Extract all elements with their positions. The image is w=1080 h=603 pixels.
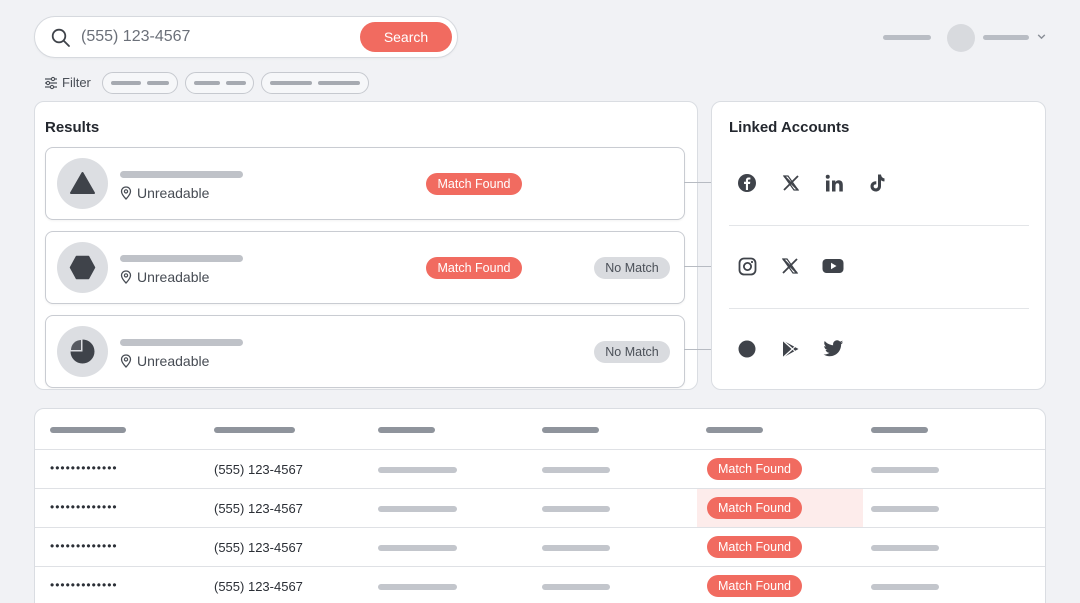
google-play-icon[interactable] bbox=[778, 337, 802, 361]
result-item[interactable]: Unreadable Match Found bbox=[45, 147, 685, 220]
search-icon bbox=[51, 28, 70, 47]
match-found-badge: Match Found bbox=[426, 173, 522, 195]
phone-cell: (555) 123-4567 bbox=[214, 540, 303, 555]
location: Unreadable bbox=[120, 353, 209, 369]
social-row bbox=[729, 337, 1029, 377]
table-row[interactable]: ••••••••••••• (555) 123-4567 Match Found bbox=[35, 527, 1045, 566]
instagram-icon[interactable] bbox=[735, 254, 759, 278]
column-header[interactable] bbox=[706, 427, 763, 433]
results-title: Results bbox=[45, 119, 100, 136]
social-row bbox=[729, 254, 1029, 294]
table-row[interactable]: ••••••••••••• (555) 123-4567 Match Found bbox=[35, 566, 1045, 603]
column-header[interactable] bbox=[50, 427, 126, 433]
table-row[interactable]: ••••••••••••• (555) 123-4567 Match Found bbox=[35, 449, 1045, 488]
divider bbox=[729, 308, 1029, 309]
location: Unreadable bbox=[120, 185, 209, 201]
masked-value: ••••••••••••• bbox=[50, 461, 118, 475]
avatar[interactable] bbox=[947, 24, 975, 52]
filter-button[interactable]: Filter bbox=[44, 75, 91, 90]
masked-value: ••••••••••••• bbox=[50, 539, 118, 553]
youtube-icon[interactable] bbox=[821, 254, 845, 278]
twitter-icon[interactable] bbox=[821, 337, 845, 361]
location-pin-icon bbox=[120, 186, 132, 200]
result-item[interactable]: Unreadable No Match bbox=[45, 315, 685, 388]
results-panel: Results Unreadable Match Found Unreadabl… bbox=[34, 101, 698, 390]
column-header[interactable] bbox=[542, 427, 599, 433]
search-bar: Search bbox=[34, 16, 458, 58]
sliders-icon bbox=[45, 76, 57, 89]
cell-placeholder bbox=[871, 506, 939, 512]
cell-placeholder bbox=[542, 584, 610, 590]
name-placeholder bbox=[120, 171, 243, 178]
match-found-badge: Match Found bbox=[707, 497, 802, 519]
table-row[interactable]: ••••••••••••• (555) 123-4567 Match Found bbox=[35, 488, 1045, 527]
nav-placeholder[interactable] bbox=[883, 35, 931, 40]
result-item[interactable]: Unreadable Match Found No Match bbox=[45, 231, 685, 304]
cell-placeholder bbox=[871, 467, 939, 473]
name-placeholder bbox=[120, 255, 243, 262]
avatar bbox=[57, 242, 108, 293]
cell-placeholder bbox=[378, 506, 457, 512]
results-table: ••••••••••••• (555) 123-4567 Match Found… bbox=[34, 408, 1046, 603]
match-found-badge: Match Found bbox=[707, 536, 802, 558]
search-button[interactable]: Search bbox=[360, 22, 452, 52]
cell-placeholder bbox=[378, 467, 457, 473]
search-input[interactable] bbox=[81, 25, 381, 49]
location: Unreadable bbox=[120, 269, 209, 285]
linkedin-icon[interactable] bbox=[822, 171, 846, 195]
x-icon[interactable] bbox=[779, 171, 803, 195]
tiktok-icon[interactable] bbox=[865, 171, 889, 195]
phone-cell: (555) 123-4567 bbox=[214, 501, 303, 516]
location-pin-icon bbox=[120, 354, 132, 368]
match-found-badge: Match Found bbox=[426, 257, 522, 279]
location-label: Unreadable bbox=[137, 185, 210, 201]
pie-icon bbox=[70, 339, 95, 364]
linked-accounts-panel: Linked Accounts bbox=[711, 101, 1046, 390]
linked-accounts-title: Linked Accounts bbox=[729, 119, 850, 136]
match-found-badge: Match Found bbox=[707, 575, 802, 597]
chevron-down-icon[interactable] bbox=[1036, 31, 1047, 42]
column-header[interactable] bbox=[871, 427, 928, 433]
avatar bbox=[57, 326, 108, 377]
filter-chip[interactable] bbox=[261, 72, 369, 94]
social-row bbox=[729, 171, 1029, 211]
masked-value: ••••••••••••• bbox=[50, 578, 118, 592]
hexagon-icon bbox=[69, 255, 96, 280]
cell-placeholder bbox=[542, 506, 610, 512]
cell-placeholder bbox=[378, 545, 457, 551]
location-label: Unreadable bbox=[137, 269, 210, 285]
filter-chip[interactable] bbox=[185, 72, 254, 94]
column-header[interactable] bbox=[214, 427, 295, 433]
x-icon[interactable] bbox=[778, 254, 802, 278]
username-placeholder[interactable] bbox=[983, 35, 1029, 40]
phone-cell: (555) 123-4567 bbox=[214, 579, 303, 594]
cell-placeholder bbox=[871, 584, 939, 590]
no-match-badge: No Match bbox=[594, 341, 670, 363]
name-placeholder bbox=[120, 339, 243, 346]
no-match-badge: No Match bbox=[594, 257, 670, 279]
location-label: Unreadable bbox=[137, 353, 210, 369]
cell-placeholder bbox=[378, 584, 457, 590]
divider bbox=[729, 225, 1029, 226]
cell-placeholder bbox=[542, 545, 610, 551]
match-found-badge: Match Found bbox=[707, 458, 802, 480]
phone-cell: (555) 123-4567 bbox=[214, 462, 303, 477]
avatar bbox=[57, 158, 108, 209]
facebook-icon[interactable] bbox=[735, 171, 759, 195]
cell-placeholder bbox=[542, 467, 610, 473]
filter-chip[interactable] bbox=[102, 72, 178, 94]
location-pin-icon bbox=[120, 270, 132, 284]
column-header[interactable] bbox=[378, 427, 435, 433]
triangle-icon bbox=[70, 172, 95, 194]
masked-value: ••••••••••••• bbox=[50, 500, 118, 514]
filter-label: Filter bbox=[62, 75, 91, 90]
cell-placeholder bbox=[871, 545, 939, 551]
circle-icon[interactable] bbox=[735, 337, 759, 361]
